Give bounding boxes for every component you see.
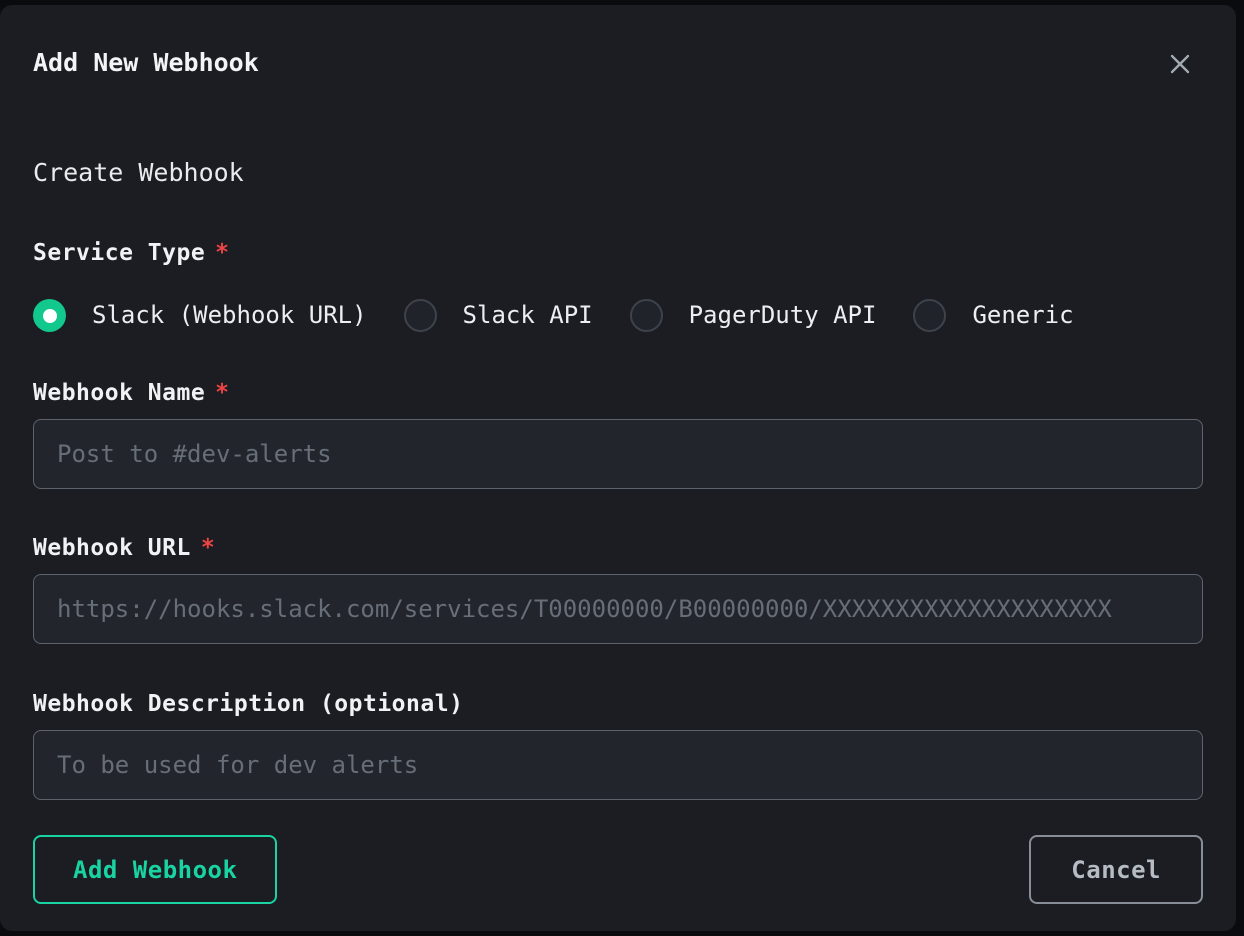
radio-option-label: PagerDuty API (689, 299, 877, 332)
modal-header: Add New Webhook (33, 47, 1203, 81)
required-asterisk: * (215, 380, 229, 406)
add-webhook-modal: Add New Webhook Create Webhook Service T… (0, 5, 1236, 931)
radio-option-slack-webhook-url[interactable]: Slack (Webhook URL) (33, 299, 367, 332)
radio-option-slack-api[interactable]: Slack API (404, 299, 593, 332)
radio-button-icon (630, 299, 663, 332)
service-type-label: Service Type * (33, 238, 1203, 269)
required-asterisk: * (201, 535, 215, 561)
close-button[interactable] (1163, 47, 1197, 81)
close-icon (1165, 49, 1195, 79)
modal-footer: Add Webhook Cancel (33, 835, 1203, 904)
webhook-name-label-text: Webhook Name (33, 380, 205, 406)
modal-title: Add New Webhook (33, 47, 259, 78)
section-heading: Create Webhook (33, 157, 1203, 188)
webhook-description-label-text: Webhook Description (optional) (33, 691, 463, 717)
required-asterisk: * (215, 240, 229, 266)
radio-option-pagerduty-api[interactable]: PagerDuty API (630, 299, 877, 332)
webhook-name-label: Webhook Name * (33, 378, 1203, 409)
radio-option-generic[interactable]: Generic (913, 299, 1073, 332)
add-webhook-button[interactable]: Add Webhook (33, 835, 277, 904)
service-type-label-text: Service Type (33, 240, 205, 266)
radio-option-label: Slack (Webhook URL) (92, 299, 367, 332)
radio-button-icon (404, 299, 437, 332)
webhook-description-label: Webhook Description (optional) (33, 689, 1203, 720)
webhook-url-label: Webhook URL * (33, 533, 1203, 564)
webhook-description-input[interactable] (33, 730, 1203, 800)
webhook-url-input[interactable] (33, 574, 1203, 644)
webhook-name-input[interactable] (33, 419, 1203, 489)
cancel-button[interactable]: Cancel (1029, 835, 1203, 904)
radio-button-icon (913, 299, 946, 332)
radio-option-label: Slack API (463, 299, 593, 332)
service-type-radio-group: Slack (Webhook URL) Slack API PagerDuty … (33, 299, 1203, 332)
radio-button-icon (33, 299, 66, 332)
radio-option-label: Generic (972, 299, 1073, 332)
webhook-url-label-text: Webhook URL (33, 535, 191, 561)
